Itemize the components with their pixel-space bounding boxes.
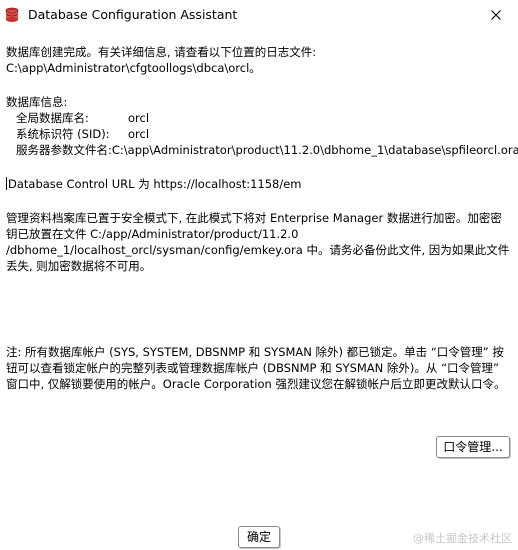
close-icon <box>491 10 501 20</box>
window-title: Database Configuration Assistant <box>28 7 238 22</box>
info-label: 服务器参数文件名: <box>16 143 112 157</box>
password-management-button[interactable]: 口令管理... <box>436 436 510 458</box>
text-cursor <box>6 177 7 190</box>
watermark: @稀土掘金技术社区 <box>413 532 512 545</box>
info-row-global-name: 全局数据库名: orcl <box>6 110 514 126</box>
control-url: Database Control URL 为 https://localhost… <box>8 177 302 191</box>
completion-text: 数据库创建完成。有关详细信息, 请查看以下位置的日志文件: <box>6 45 317 59</box>
dbca-app-icon <box>4 7 20 23</box>
encryption-note: 管理资料档案库已置于安全模式下, 在此模式下将对 Enterprise Mana… <box>6 211 510 273</box>
info-value: orcl <box>128 111 150 125</box>
info-label: 全局数据库名: <box>16 111 89 125</box>
log-info: 数据库创建完成。有关详细信息, 请查看以下位置的日志文件: C:\app\Adm… <box>6 44 514 76</box>
log-path: C:\app\Administrator\cfgtoollogs\dbca\or… <box>6 61 261 75</box>
info-heading: 数据库信息: <box>6 95 68 109</box>
message-content: 数据库创建完成。有关详细信息, 请查看以下位置的日志文件: C:\app\Adm… <box>6 44 518 392</box>
ok-button[interactable]: 确定 <box>238 526 280 548</box>
accounts-note: 注: 所有数据库帐户 (SYS, SYSTEM, DBSNMP 和 SYSMAN… <box>6 345 506 391</box>
database-info: 数据库信息: 全局数据库名: orcl 系统标识符 (SID): orcl 服务… <box>6 94 518 158</box>
dbca-dialog: Database Configuration Assistant 数据库创建完成… <box>0 0 518 550</box>
control-url-line[interactable]: Database Control URL 为 https://localhost… <box>6 176 514 192</box>
title-bar[interactable]: Database Configuration Assistant <box>0 0 518 30</box>
info-label: 系统标识符 (SID): <box>16 127 110 141</box>
info-value: C:\app\Administrator\product\11.2.0\dbho… <box>111 143 518 157</box>
info-row-spfile: 服务器参数文件名: C:\app\Administrator\product\1… <box>6 142 518 158</box>
info-row-sid: 系统标识符 (SID): orcl <box>6 126 514 142</box>
close-button[interactable] <box>474 0 518 30</box>
info-value: orcl <box>128 127 150 141</box>
